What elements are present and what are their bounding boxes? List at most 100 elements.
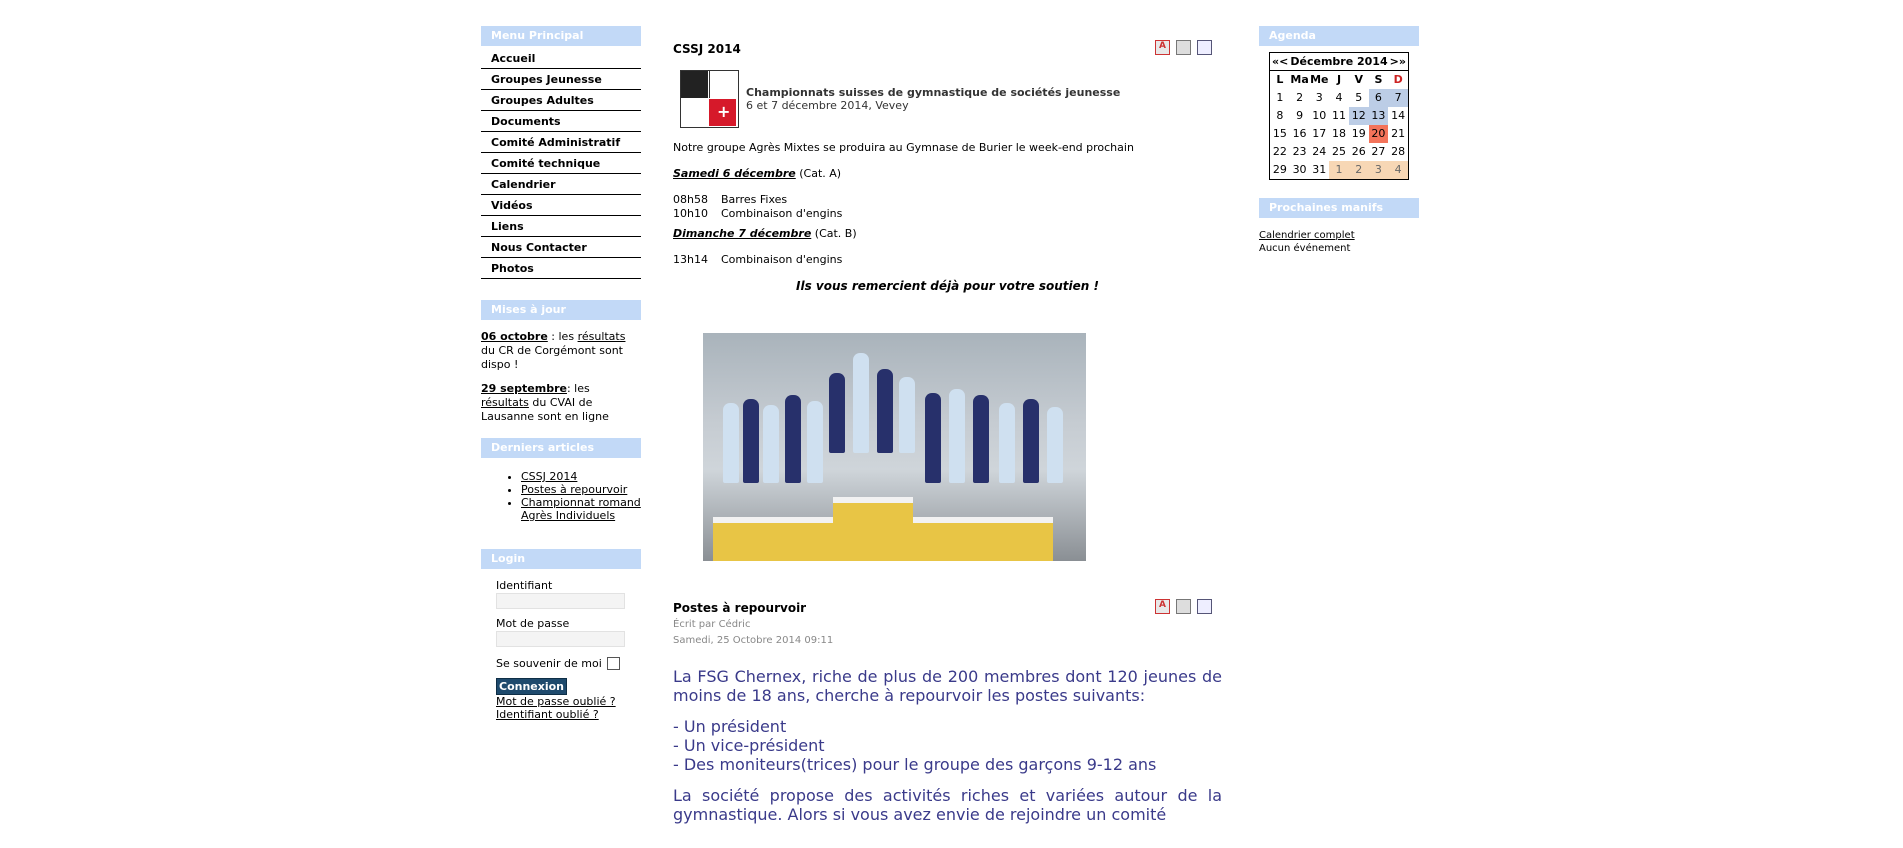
calendar-day[interactable]: 19: [1349, 125, 1369, 143]
calendar-day[interactable]: 16: [1290, 125, 1310, 143]
weekday-header: L: [1276, 73, 1284, 86]
calendar-day[interactable]: 12: [1348, 107, 1369, 125]
menu-item-documents[interactable]: Documents: [481, 112, 641, 132]
login-header: Login: [481, 549, 641, 569]
banner-subtitle: 6 et 7 décembre 2014, Vevey: [746, 99, 909, 112]
forgot-username-link[interactable]: Identifiant oublié ?: [496, 708, 641, 721]
calendar-day[interactable]: 24: [1309, 143, 1329, 161]
main-content: CSSJ 2014 Championnats suisses de gymnas…: [673, 36, 1222, 824]
calendar-day[interactable]: 31: [1309, 161, 1329, 179]
calendar-day-next-month[interactable]: 1: [1329, 161, 1349, 179]
full-calendar-link[interactable]: Calendrier complet: [1259, 229, 1419, 242]
forgot-password-link[interactable]: Mot de passe oublié ?: [496, 695, 641, 708]
post-item: - Un vice-président: [673, 736, 825, 755]
weekday-header: J: [1336, 73, 1342, 86]
updates-header: Mises à jour: [481, 300, 641, 320]
calendar-day[interactable]: 30: [1290, 161, 1310, 179]
pdf-icon[interactable]: [1155, 40, 1170, 55]
latest-article-link[interactable]: Championnat romand Agrès Individuels: [521, 496, 641, 522]
calendar-day[interactable]: 8: [1270, 107, 1290, 125]
article-paragraph: La société propose des activités riches …: [673, 786, 1222, 824]
banner-text: Championnats suisses de gymnastique de s…: [746, 86, 1120, 112]
update-date[interactable]: 29 septembre: [481, 382, 567, 395]
menu-item-comite-administratif[interactable]: Comité Administratif: [481, 133, 641, 153]
update-item: 29 septembre: les résultats du CVAI de L…: [481, 382, 609, 423]
login-button[interactable]: Connexion: [496, 678, 568, 695]
calendar-day[interactable]: 15: [1270, 125, 1290, 143]
menu-item-calendrier[interactable]: Calendrier: [481, 175, 641, 195]
calendar-day[interactable]: 14: [1388, 107, 1408, 125]
email-icon[interactable]: [1197, 40, 1212, 55]
menu-item-accueil[interactable]: Accueil: [481, 49, 641, 69]
day2-schedule: 13h14 Combinaison d'engins: [673, 253, 1222, 267]
calendar-day[interactable]: 6: [1368, 89, 1389, 107]
remember-checkbox[interactable]: [606, 657, 620, 670]
calendar-day[interactable]: 1: [1270, 89, 1290, 107]
results-link[interactable]: résultats: [481, 396, 529, 409]
pdf-icon[interactable]: [1155, 599, 1170, 614]
password-input[interactable]: [496, 631, 625, 647]
calendar-day[interactable]: 27: [1369, 143, 1389, 161]
username-input[interactable]: [496, 593, 625, 609]
menu-item-groupes-adultes[interactable]: Groupes Adultes: [481, 91, 641, 111]
day1-title: Samedi 6 décembre: [673, 167, 796, 180]
calendar-day[interactable]: 13: [1368, 107, 1389, 125]
calendar-grid: L Ma Me J V S D 1 2 3 4 5 6 7 8 9 10 11 …: [1270, 71, 1408, 179]
main-menu-header: Menu Principal: [481, 26, 641, 46]
calendar-day-next-month[interactable]: 4: [1388, 161, 1408, 179]
calendar-day[interactable]: 29: [1270, 161, 1290, 179]
password-label: Mot de passe: [496, 617, 570, 630]
print-icon[interactable]: [1176, 40, 1191, 55]
calendar-day[interactable]: 18: [1329, 125, 1349, 143]
article-cssj: CSSJ 2014 Championnats suisses de gymnas…: [673, 36, 1222, 561]
update-date[interactable]: 06 octobre: [481, 330, 548, 343]
calendar-day-today[interactable]: 20: [1368, 125, 1389, 143]
latest-article-link[interactable]: CSSJ 2014: [521, 470, 641, 483]
menu-item-liens[interactable]: Liens: [481, 217, 641, 237]
calendar-day[interactable]: 11: [1329, 107, 1349, 125]
calendar-day[interactable]: 2: [1290, 89, 1310, 107]
calendar-day[interactable]: 26: [1349, 143, 1369, 161]
article-author: Écrit par Cédric: [673, 619, 751, 630]
menu-item-photos[interactable]: Photos: [481, 259, 641, 279]
calendar-day-next-month[interactable]: 2: [1348, 161, 1369, 179]
calendar-day[interactable]: 28: [1388, 143, 1408, 161]
post-item: - Un président: [673, 717, 787, 736]
schedule-row: 13h14 Combinaison d'engins: [673, 253, 843, 266]
calendar-day[interactable]: 21: [1388, 125, 1408, 143]
calendar-prev-button[interactable]: «<: [1272, 55, 1288, 68]
menu-item-comite-technique[interactable]: Comité technique: [481, 154, 641, 174]
thanks-text: Ils vous remercient déjà pour votre sout…: [795, 279, 1099, 293]
calendar-day[interactable]: 22: [1270, 143, 1290, 161]
calendar-day[interactable]: 10: [1309, 107, 1329, 125]
calendar-day[interactable]: 3: [1309, 89, 1329, 107]
menu-item-videos[interactable]: Vidéos: [481, 196, 641, 216]
calendar: «< Décembre 2014 >» L Ma Me J V S D 1 2 …: [1269, 52, 1409, 180]
calendar-day[interactable]: 4: [1329, 89, 1349, 107]
menu-item-nous-contacter[interactable]: Nous Contacter: [481, 238, 641, 258]
calendar-day-next-month[interactable]: 3: [1368, 161, 1389, 179]
article-title[interactable]: Postes à repourvoir: [673, 601, 1222, 615]
calendar-day[interactable]: 23: [1290, 143, 1310, 161]
remember-row: Se souvenir de moi: [496, 657, 641, 670]
print-icon[interactable]: [1176, 599, 1191, 614]
calendar-day[interactable]: 25: [1329, 143, 1349, 161]
calendar-month: Décembre 2014: [1290, 55, 1388, 68]
weekday-header: Ma: [1290, 73, 1309, 86]
calendar-next-button[interactable]: >»: [1390, 55, 1406, 68]
no-event-text: Aucun événement: [1259, 243, 1351, 254]
latest-article-link[interactable]: Postes à repourvoir: [521, 483, 641, 496]
calendar-day[interactable]: 17: [1309, 125, 1329, 143]
article-tools: [1155, 40, 1212, 55]
main-menu: Accueil Groupes Jeunesse Groupes Adultes…: [481, 49, 641, 279]
calendar-day[interactable]: 9: [1290, 107, 1310, 125]
left-column: Menu Principal Accueil Groupes Jeunesse …: [481, 26, 641, 721]
latest-articles-header: Derniers articles: [481, 438, 641, 458]
calendar-day[interactable]: 5: [1349, 89, 1369, 107]
menu-item-groupes-jeunesse[interactable]: Groupes Jeunesse: [481, 70, 641, 90]
article-title[interactable]: CSSJ 2014: [673, 36, 1222, 56]
email-icon[interactable]: [1197, 599, 1212, 614]
results-link[interactable]: résultats: [578, 330, 626, 343]
calendar-day[interactable]: 7: [1388, 89, 1408, 107]
upcoming-events-header: Prochaines manifs: [1259, 198, 1419, 218]
